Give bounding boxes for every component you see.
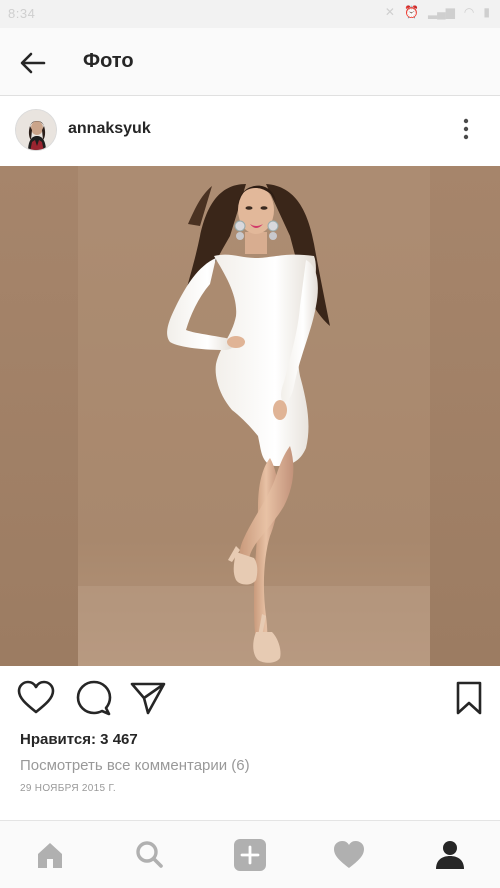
more-vertical-icon: [463, 118, 469, 140]
battery-icon: ▮: [483, 5, 490, 19]
status-bar: 8:34 ✕ ⏰ ▂▄▆ ◠ ▮: [0, 0, 500, 28]
bookmark-button[interactable]: [450, 680, 490, 716]
page-title: Фото: [83, 50, 134, 72]
activity-icon: [334, 841, 364, 868]
more-options-button[interactable]: [452, 115, 480, 145]
nav-activity[interactable]: [331, 837, 367, 873]
search-icon: [136, 841, 163, 868]
nav-add[interactable]: [232, 837, 268, 873]
status-icons: ✕ ⏰ ▂▄▆ ◠ ▮: [385, 5, 490, 19]
back-button[interactable]: [18, 48, 48, 78]
comment-icon: [76, 680, 112, 716]
add-icon: [234, 839, 266, 871]
username[interactable]: annaksyuk: [68, 120, 151, 138]
share-button[interactable]: [128, 680, 168, 716]
bottom-nav: [0, 820, 500, 888]
avatar-image: [16, 110, 56, 150]
wifi-icon: ◠: [463, 5, 475, 19]
like-button[interactable]: [16, 680, 56, 716]
likes-count[interactable]: Нравится: 3 467: [20, 731, 138, 748]
nav-profile[interactable]: [432, 837, 468, 873]
post-date: 29 НОЯБРЯ 2015 Г.: [20, 783, 117, 794]
post-photo[interactable]: [0, 166, 500, 666]
view-all-comments-link[interactable]: Посмотреть все комментарии (6): [20, 757, 250, 774]
status-time: 8:34: [8, 6, 36, 21]
avatar[interactable]: [15, 109, 57, 151]
app-header: Фото: [0, 28, 500, 96]
arrow-left-icon: [20, 52, 46, 74]
nav-home[interactable]: [32, 837, 68, 873]
post-header: annaksyuk: [0, 97, 500, 165]
photo-image: [0, 166, 500, 666]
bookmark-icon: [456, 681, 482, 715]
like-icon: [17, 680, 55, 714]
share-icon: [130, 682, 166, 715]
comment-button[interactable]: [74, 680, 114, 716]
mute-icon: ✕: [384, 5, 395, 19]
signal-icon: ▂▄▆: [427, 5, 455, 19]
post-actions: [0, 666, 500, 726]
home-icon: [38, 843, 62, 868]
nav-search[interactable]: [131, 837, 167, 873]
alarm-icon: ⏰: [403, 5, 419, 19]
profile-icon: [436, 841, 464, 869]
